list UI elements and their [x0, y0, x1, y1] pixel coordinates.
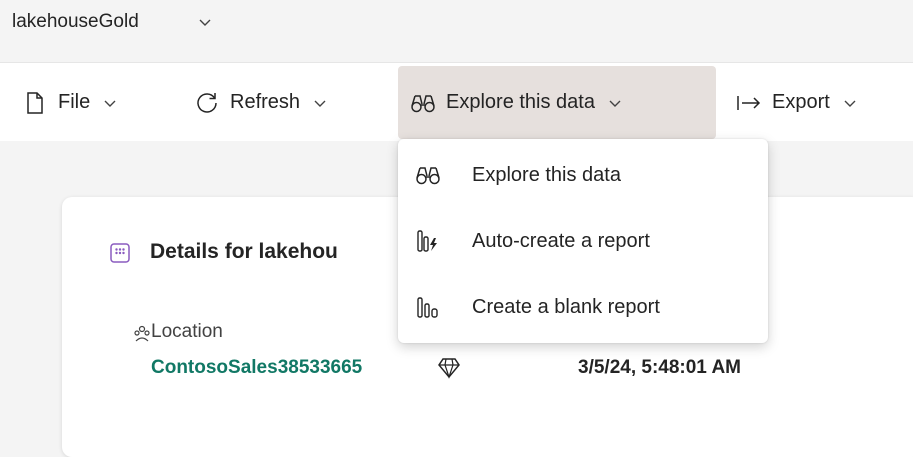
details-title: Details for lakehou — [150, 240, 338, 263]
binoculars-icon — [410, 90, 436, 116]
diamond-icon — [437, 356, 461, 380]
location-label: Location — [151, 321, 223, 342]
export-button[interactable]: Export — [730, 66, 913, 139]
chevron-down-icon — [842, 95, 858, 111]
menu-item-label: Auto-create a report — [472, 229, 650, 252]
blank-report-icon — [415, 294, 441, 320]
workspace-title[interactable]: lakehouseGold — [12, 11, 139, 33]
modified-date: 3/5/24, 5:48:01 AM — [578, 357, 741, 378]
export-label: Export — [772, 91, 830, 113]
refresh-label: Refresh — [230, 91, 301, 113]
location-link[interactable]: ContosoSales38533665 — [151, 357, 362, 379]
refresh-icon — [194, 90, 220, 116]
grid-table-icon — [110, 243, 130, 263]
menu-item-label: Explore this data — [472, 163, 621, 186]
refresh-button[interactable]: Refresh — [186, 66, 392, 139]
menu-item-explore-data[interactable]: Explore this data — [398, 145, 768, 205]
explore-data-label: Explore this data — [446, 91, 595, 113]
menu-item-label: Create a blank report — [472, 295, 660, 318]
file-label: File — [58, 91, 91, 113]
auto-report-icon — [415, 228, 441, 254]
people-icon — [133, 325, 151, 343]
document-icon — [22, 90, 48, 116]
ribbon-toolbar: File Refresh Explore this data Export — [0, 62, 913, 141]
chevron-down-icon — [312, 95, 328, 111]
export-arrow-icon — [736, 90, 762, 116]
explore-dropdown-menu: Explore this data Auto-create a report C… — [398, 139, 768, 343]
explore-data-button[interactable]: Explore this data — [398, 66, 716, 139]
title-bar: lakehouseGold — [0, 0, 913, 48]
menu-item-create-blank-report[interactable]: Create a blank report — [398, 277, 768, 337]
menu-item-auto-create-report[interactable]: Auto-create a report — [398, 211, 768, 271]
chevron-down-icon — [607, 95, 623, 111]
chevron-down-icon — [102, 95, 118, 111]
chevron-down-icon[interactable] — [196, 13, 214, 31]
binoculars-icon — [415, 162, 441, 188]
file-menu-button[interactable]: File — [12, 66, 164, 139]
